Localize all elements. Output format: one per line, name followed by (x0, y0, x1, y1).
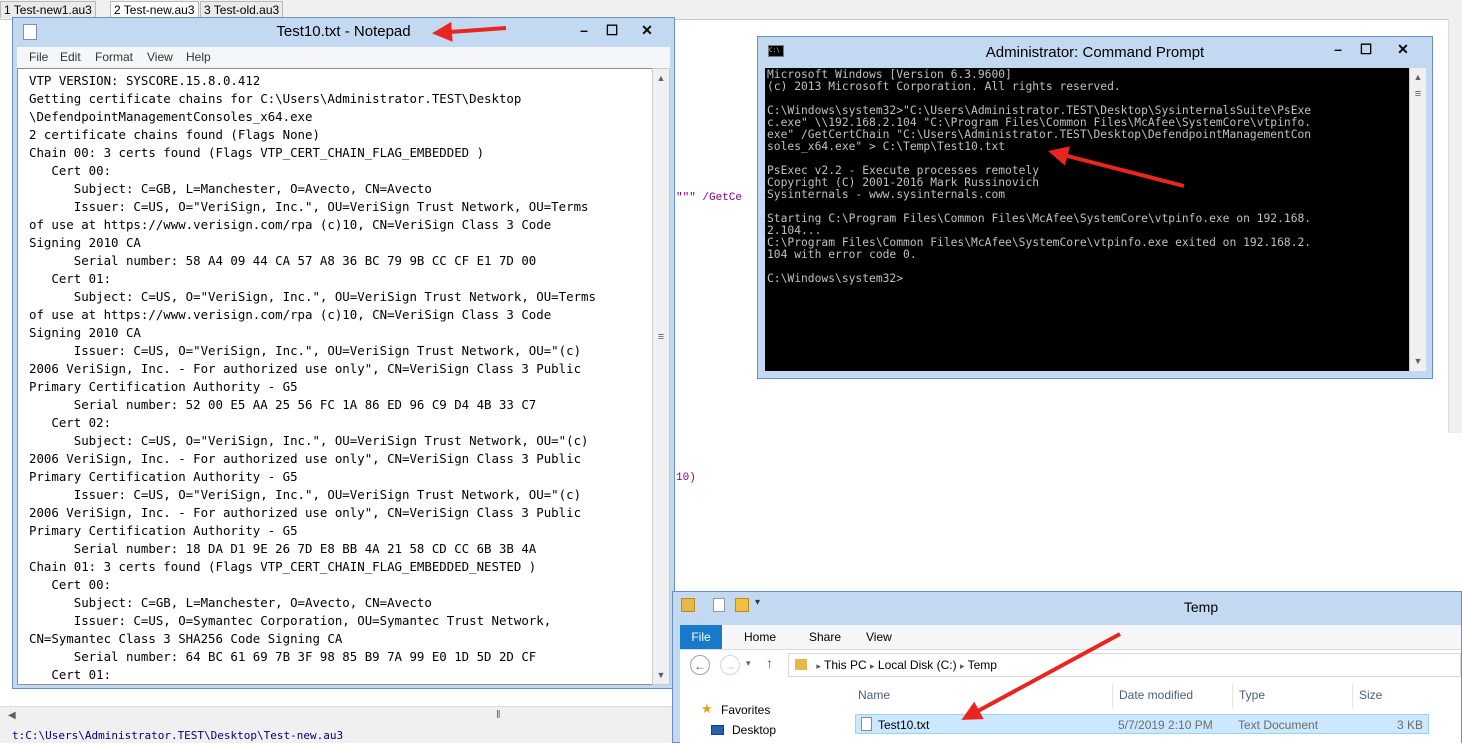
forward-arrow-icon[interactable]: → (720, 655, 740, 675)
close-button[interactable]: ✕ (1383, 39, 1423, 59)
editor-tab-test-new1[interactable]: 1 Test-new1.au3 (0, 1, 96, 18)
star-icon: ★ (701, 701, 713, 716)
scroll-grip-icon[interactable]: ≡ (1410, 88, 1426, 100)
menu-edit[interactable]: Edit (60, 50, 81, 64)
scroll-down-icon[interactable]: ▼ (1410, 353, 1426, 369)
recent-locations-chevron-icon[interactable]: ▾ (746, 658, 751, 669)
explorer-window: ▾ Temp File Home Share View ← → ▾ ↑ ▸ Th… (672, 591, 1462, 744)
notepad-window: Test10.txt - Notepad – ☐ ✕ File Edit For… (12, 17, 675, 689)
notepad-vertical-scrollbar[interactable]: ▲ ≡ ▼ (652, 68, 670, 685)
menu-help[interactable]: Help (186, 50, 211, 64)
maximize-button[interactable]: ☐ (1353, 39, 1379, 59)
back-arrow-icon[interactable]: ← (690, 655, 710, 675)
column-divider[interactable] (1112, 684, 1113, 708)
notepad-titlebar[interactable]: Test10.txt - Notepad – ☐ ✕ (13, 18, 674, 46)
editor-tab-test-old[interactable]: 3 Test-old.au3 (200, 1, 284, 18)
console-vertical-scrollbar[interactable]: ▲ ≡ ▼ (1409, 68, 1426, 371)
close-button[interactable]: ✕ (629, 20, 665, 40)
breadcrumb-separator-icon: ▸ (870, 661, 875, 671)
desktop-icon (711, 725, 724, 735)
breadcrumb-this-pc[interactable]: This PC (824, 658, 867, 672)
breadcrumb-separator-icon: ▸ (816, 661, 821, 671)
column-header-type[interactable]: Type (1239, 688, 1265, 702)
editor-code-fragment: """ /GetCe (676, 192, 743, 204)
explorer-title: Temp (1183, 599, 1219, 615)
editor-tab-test-new[interactable]: 2 Test-new.au3 (110, 1, 199, 18)
breadcrumb-local-disk[interactable]: Local Disk (C:) (878, 658, 957, 672)
nav-desktop[interactable]: Desktop (732, 723, 776, 737)
column-header-date-modified[interactable]: Date modified (1119, 688, 1193, 702)
scroll-grip-icon: ‖ (496, 709, 501, 721)
menu-format[interactable]: Format (95, 50, 133, 64)
ribbon-tab-share[interactable]: Share (809, 630, 841, 644)
file-name: Test10.txt (878, 718, 930, 732)
text-file-icon (861, 717, 872, 731)
file-type: Text Document (1238, 718, 1319, 732)
file-size: 3 KB (1397, 718, 1424, 732)
ribbon-tab-view[interactable]: View (866, 630, 892, 644)
editor-code-fragment: 10) (676, 472, 696, 484)
file-row-test10[interactable]: Test10.txt 5/7/2019 2:10 PM Text Documen… (855, 714, 1429, 734)
breadcrumb-separator-icon: ▸ (959, 661, 965, 671)
minimize-button[interactable]: – (1325, 39, 1351, 59)
maximize-button[interactable]: ☐ (599, 20, 625, 40)
breadcrumb-temp[interactable]: Temp (968, 658, 997, 672)
scroll-down-icon[interactable]: ▼ (653, 667, 669, 683)
editor-horizontal-scrollbar[interactable]: ◀ ‖ (0, 706, 672, 729)
ribbon-tab-home[interactable]: Home (744, 630, 776, 644)
menu-file[interactable]: File (29, 50, 48, 64)
scroll-up-icon[interactable]: ▲ (1410, 69, 1426, 85)
notepad-text-area[interactable]: VTP VERSION: SYSCORE.15.8.0.412 Getting … (17, 68, 654, 685)
menu-view[interactable]: View (147, 50, 173, 64)
notepad-menubar: File Edit Format View Help (17, 47, 670, 68)
nav-favorites[interactable]: Favorites (721, 703, 770, 717)
up-arrow-icon[interactable]: ↑ (766, 655, 773, 671)
column-divider[interactable] (1352, 684, 1353, 708)
folder-icon (795, 659, 807, 670)
explorer-ribbon: File Home Share View (680, 625, 1461, 650)
notepad-content: VTP VERSION: SYSCORE.15.8.0.412 Getting … (29, 73, 596, 682)
console-text: Microsoft Windows [Version 6.3.9600] (c)… (767, 68, 1312, 285)
address-bar[interactable]: ▸ This PC ▸ Local Disk (C:) ▸ Temp (788, 653, 1461, 677)
command-prompt-window: C:\ Administrator: Command Prompt – ☐ ✕ … (757, 36, 1433, 379)
minimize-button[interactable]: – (571, 20, 597, 40)
scroll-left-icon[interactable]: ◀ (8, 710, 16, 721)
file-date-modified: 5/7/2019 2:10 PM (1118, 718, 1213, 732)
explorer-body: ★ Favorites Desktop Name Date modified T… (680, 682, 1461, 744)
ribbon-tab-file[interactable]: File (680, 625, 722, 649)
editor-scrollbar[interactable] (1448, 19, 1462, 433)
column-header-name[interactable]: Name (858, 688, 890, 702)
scroll-up-icon[interactable]: ▲ (653, 70, 669, 86)
column-header-size[interactable]: Size (1359, 688, 1382, 702)
console-output[interactable]: Microsoft Windows [Version 6.3.9600] (c)… (765, 68, 1409, 371)
scroll-grip-icon[interactable]: ≡ (653, 331, 669, 343)
explorer-address-row: ← → ▾ ↑ ▸ This PC ▸ Local Disk (C:) ▸ Te… (680, 650, 1461, 682)
column-divider[interactable] (1232, 684, 1233, 708)
editor-status-path: t:C:\Users\Administrator.TEST\Desktop\Te… (0, 729, 680, 743)
